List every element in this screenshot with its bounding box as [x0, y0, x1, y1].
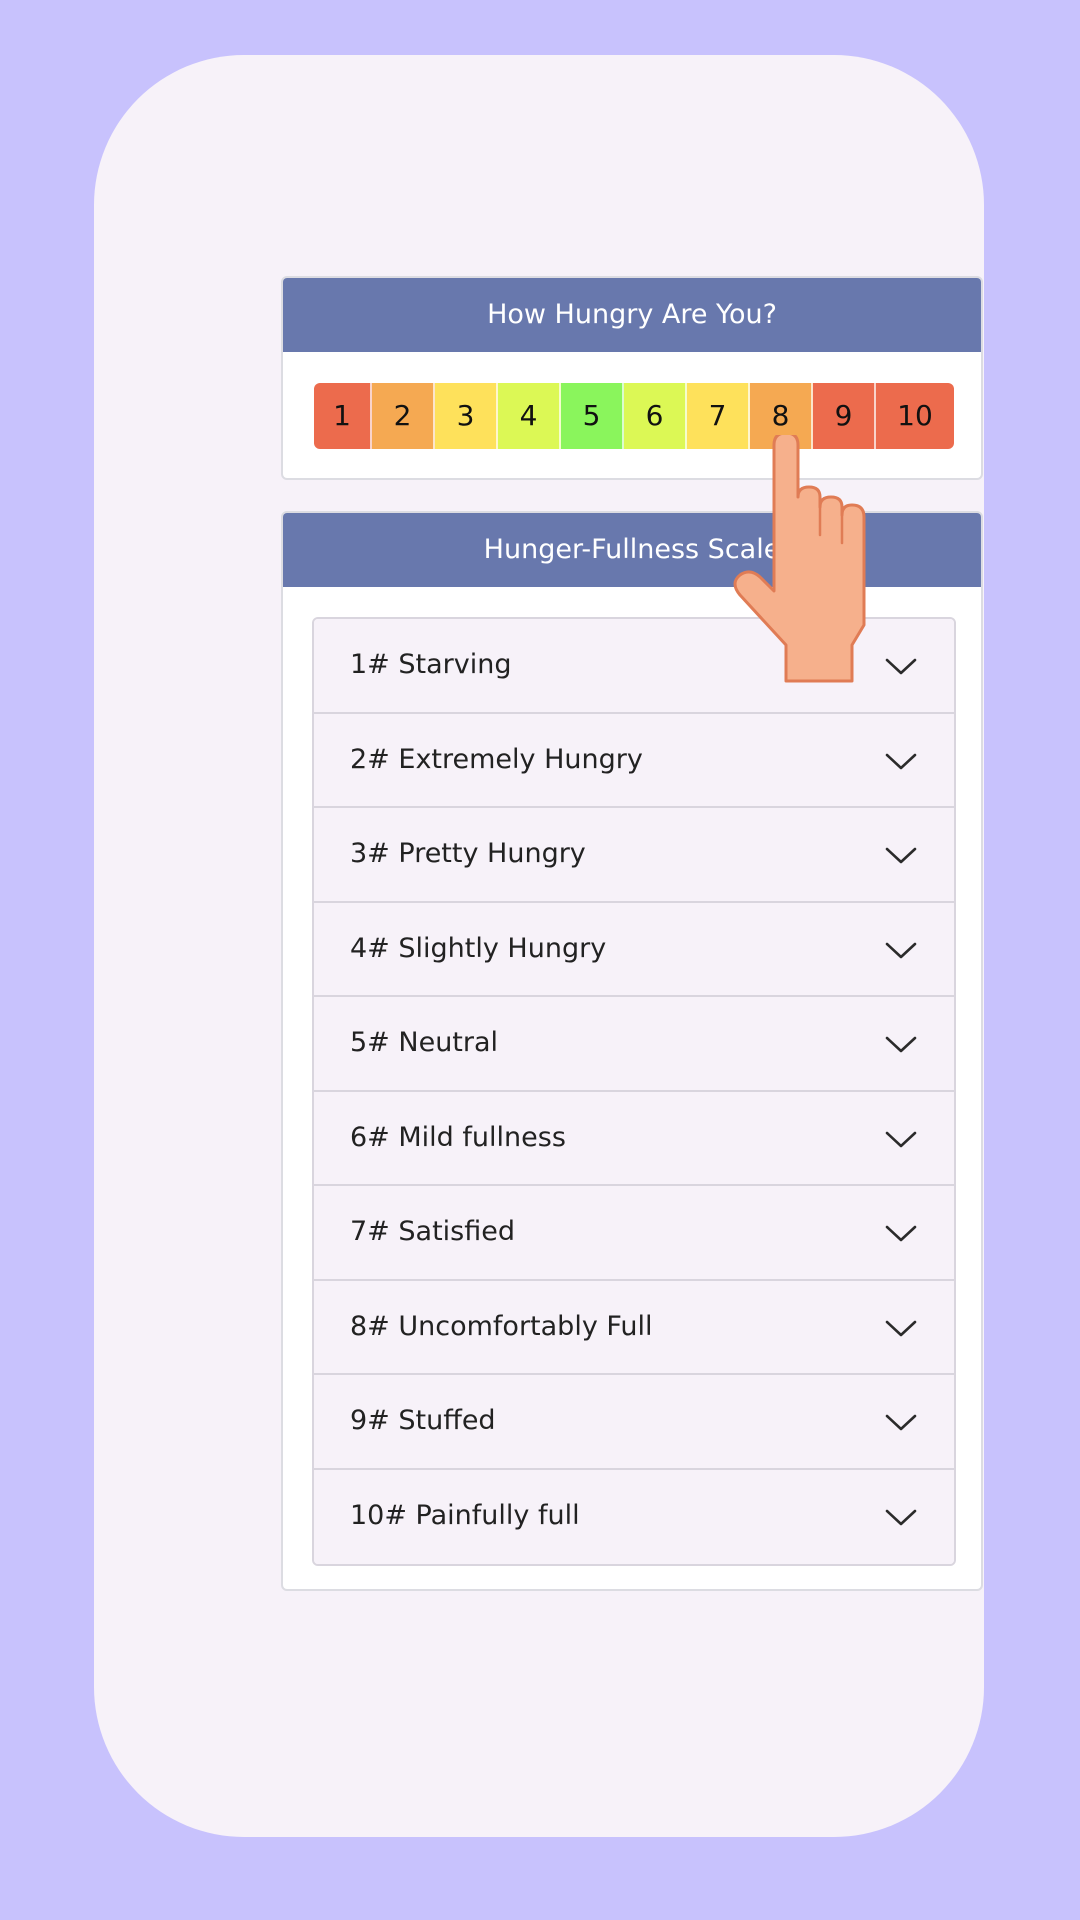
- accordion-item-label: 1# Starving: [350, 649, 512, 680]
- accordion-item-6[interactable]: 6# Mild fullness: [314, 1091, 954, 1186]
- accordion-item-label: 3# Pretty Hungry: [350, 838, 586, 869]
- accordion-item-label: 7# Satisfied: [350, 1216, 515, 1247]
- chevron-down-icon: [885, 753, 917, 769]
- pointing-hand-icon: [733, 435, 866, 683]
- chevron-down-icon: [885, 942, 917, 958]
- rating-card-title: How Hungry Are You?: [283, 278, 981, 352]
- accordion-item-4[interactable]: 4# Slightly Hungry: [314, 902, 954, 997]
- accordion-item-7[interactable]: 7# Satisfied: [314, 1186, 954, 1281]
- scale-button-10[interactable]: 10: [876, 383, 954, 449]
- scale-button-6[interactable]: 6: [624, 383, 687, 449]
- accordion-item-label: 9# Stuffed: [350, 1405, 496, 1436]
- scale-button-3[interactable]: 3: [435, 383, 498, 449]
- phone-frame: How Hungry Are You? 1 2 3 4 5 6 7 8 9 10…: [94, 55, 984, 1837]
- accordion-item-label: 5# Neutral: [350, 1027, 499, 1058]
- scale-button-1[interactable]: 1: [314, 383, 372, 449]
- accordion-item-9[interactable]: 9# Stuffed: [314, 1375, 954, 1470]
- chevron-down-icon: [885, 1036, 917, 1053]
- accordion-item-5[interactable]: 5# Neutral: [314, 997, 954, 1092]
- scale-button-4[interactable]: 4: [498, 383, 561, 449]
- accordion-item-label: 8# Uncomfortably Full: [350, 1310, 653, 1342]
- accordion-item-3[interactable]: 3# Pretty Hungry: [314, 808, 954, 903]
- chevron-down-icon: [885, 1509, 917, 1525]
- scale-button-5[interactable]: 5: [561, 383, 624, 449]
- chevron-down-icon: [885, 1414, 917, 1431]
- chevron-down-icon: [885, 847, 917, 864]
- chevron-down-icon: [885, 658, 917, 675]
- accordion-item-label: 6# Mild fullness: [350, 1121, 566, 1153]
- accordion-item-10[interactable]: 10# Painfully full: [314, 1469, 954, 1564]
- chevron-down-icon: [885, 1225, 917, 1242]
- accordion-item-2[interactable]: 2# Extremely Hungry: [314, 713, 954, 808]
- accordion-item-label: 4# Slightly Hungry: [350, 932, 607, 964]
- accordion-item-label: 10# Painfully full: [350, 1499, 580, 1531]
- accordion-item-8[interactable]: 8# Uncomfortably Full: [314, 1280, 954, 1375]
- scale-accordion: 1# Starving 2# Extremely Hungry 3# Prett…: [312, 617, 956, 1566]
- chevron-down-icon: [885, 1131, 917, 1147]
- scale-button-2[interactable]: 2: [372, 383, 435, 449]
- chevron-down-icon: [885, 1320, 917, 1336]
- accordion-item-label: 2# Extremely Hungry: [350, 743, 643, 775]
